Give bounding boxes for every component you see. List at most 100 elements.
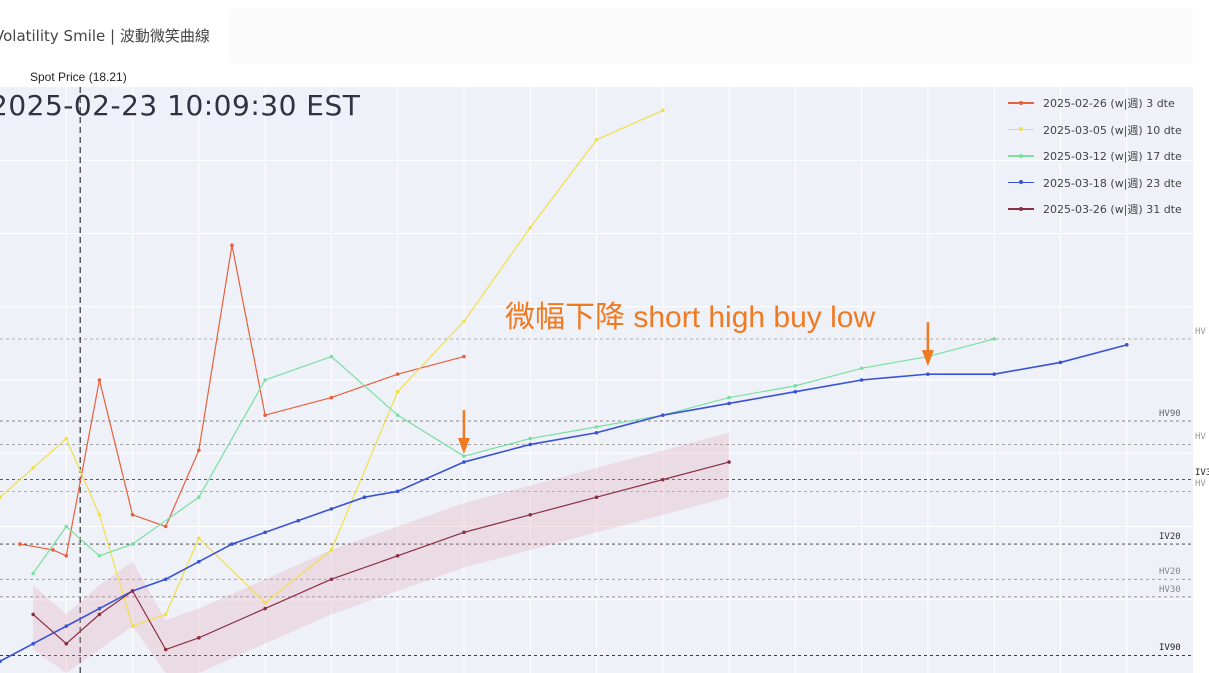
legend-item[interactable]: 2025-03-12 (w|週) 17 dte	[1008, 143, 1193, 170]
series-5-point	[395, 554, 400, 558]
series-5-point	[528, 512, 533, 517]
legend-swatch	[1008, 151, 1034, 161]
series-2-point	[395, 389, 400, 394]
annotation-arrow	[457, 410, 470, 455]
series-4-point	[1058, 360, 1063, 365]
series-5-point	[727, 460, 731, 464]
series-5-point	[329, 577, 334, 582]
arrow-head	[921, 350, 934, 367]
series-2-point	[163, 612, 168, 617]
series-2-point	[528, 225, 533, 230]
series-3-point	[528, 436, 533, 441]
legend-label: 2025-03-18 (w|週) 23 dte	[1043, 176, 1182, 190]
series-3-point	[859, 366, 864, 371]
series-5-point	[163, 647, 168, 652]
series-5-point	[64, 641, 69, 646]
series-3-point	[395, 413, 400, 417]
series-1-point	[163, 524, 168, 529]
series-2-point	[329, 548, 334, 552]
series-4-point	[1124, 343, 1129, 347]
series-4-point	[163, 577, 168, 582]
arrow-head	[457, 438, 470, 455]
legend-swatch	[1008, 125, 1034, 135]
series-3-point	[329, 354, 334, 359]
series-4-point	[395, 489, 400, 494]
series-2-point	[263, 600, 267, 605]
series-4-point	[263, 530, 267, 535]
series-1-point	[51, 548, 55, 552]
series-2-point	[594, 137, 599, 142]
legend-swatch	[1008, 178, 1034, 188]
series-2-point	[660, 108, 665, 113]
series-1-point	[462, 354, 466, 359]
reference-line-label: IV3	[1195, 467, 1209, 478]
legend-label: 2025-03-05 (w|週) 10 dte	[1043, 123, 1182, 137]
annotation-arrow	[921, 322, 934, 367]
legend-label: 2025-03-26 (w|週) 31 dte	[1043, 203, 1182, 217]
series-2-point	[197, 536, 201, 541]
series-1-point	[97, 378, 102, 382]
series-4-point	[594, 430, 599, 435]
legend-item[interactable]: 2025-02-26 (w|週) 3 dte	[1008, 90, 1193, 117]
legend-item[interactable]: 2025-03-18 (w|週) 23 dte	[1008, 170, 1193, 197]
series-5-point	[263, 606, 267, 611]
series-4-point	[793, 389, 798, 394]
spot-price-label: Spot Price (18.21)	[30, 70, 127, 84]
series-4-point	[329, 507, 334, 511]
series-3-point	[992, 337, 996, 341]
series-3-point	[793, 384, 798, 388]
legend-swatch	[1008, 98, 1034, 108]
series-4-point	[462, 460, 466, 464]
series-2-point	[64, 436, 69, 441]
series-3-point	[197, 495, 201, 500]
series-4-point	[296, 518, 301, 523]
series-4-point	[197, 559, 201, 564]
series-5-point	[462, 530, 466, 535]
legend-label: 2025-02-26 (w|週) 3 dte	[1043, 97, 1175, 111]
legend-item[interactable]: 2025-03-05 (w|週) 10 dte	[1008, 117, 1193, 144]
series-5-point	[130, 589, 135, 593]
series-2-point	[97, 512, 102, 517]
series-3-point	[64, 524, 69, 529]
series-2-point	[130, 624, 135, 628]
series-4-point	[660, 413, 665, 417]
series-1-point	[64, 554, 69, 558]
reference-line-label: HV	[1195, 326, 1206, 337]
series-4-point	[992, 372, 996, 376]
series-4-point	[64, 624, 69, 628]
series-3-point	[594, 425, 599, 429]
series-4-point	[97, 606, 102, 611]
reference-line-label: IV90	[1159, 643, 1181, 654]
chart-annotation: 微幅下降 short high buy low	[505, 301, 876, 334]
series-4-point	[528, 442, 533, 447]
legend-swatch	[1008, 204, 1034, 214]
series-3-point	[31, 571, 35, 576]
series-5-point	[594, 495, 599, 500]
series-2-point	[462, 319, 466, 324]
chart-legend[interactable]: 2025-02-26 (w|週) 3 dte 2025-03-05 (w|週) 1…	[1008, 90, 1193, 223]
series-3-point	[462, 454, 466, 458]
series-2-point	[31, 466, 35, 470]
series-4-point	[926, 372, 930, 376]
confidence-band	[33, 432, 730, 673]
series-1-point	[395, 372, 400, 376]
reference-line-label: HV	[1195, 479, 1206, 490]
series-4-point	[859, 378, 864, 382]
reference-line-label: HV	[1195, 432, 1206, 443]
reference-line-label: IV20	[1159, 532, 1181, 543]
series-1-point	[130, 512, 135, 517]
series-4-point	[727, 401, 731, 406]
series-1-point	[263, 413, 267, 417]
series-1-point	[197, 448, 201, 453]
series-5-point	[97, 612, 102, 617]
legend-label: 2025-03-12 (w|週) 17 dte	[1043, 150, 1182, 164]
reference-line-label: HV20	[1159, 567, 1181, 578]
series-1-point	[18, 542, 22, 546]
series-4-point	[230, 542, 234, 546]
series-3-point	[727, 395, 731, 400]
reference-line-label: HV30	[1159, 584, 1181, 595]
series-3-point	[263, 378, 267, 382]
legend-item[interactable]: 2025-03-26 (w|週) 31 dte	[1008, 196, 1193, 223]
series-5-point	[660, 477, 665, 482]
chart-timestamp: 2025-02-23 10:09:30 EST	[0, 89, 361, 122]
